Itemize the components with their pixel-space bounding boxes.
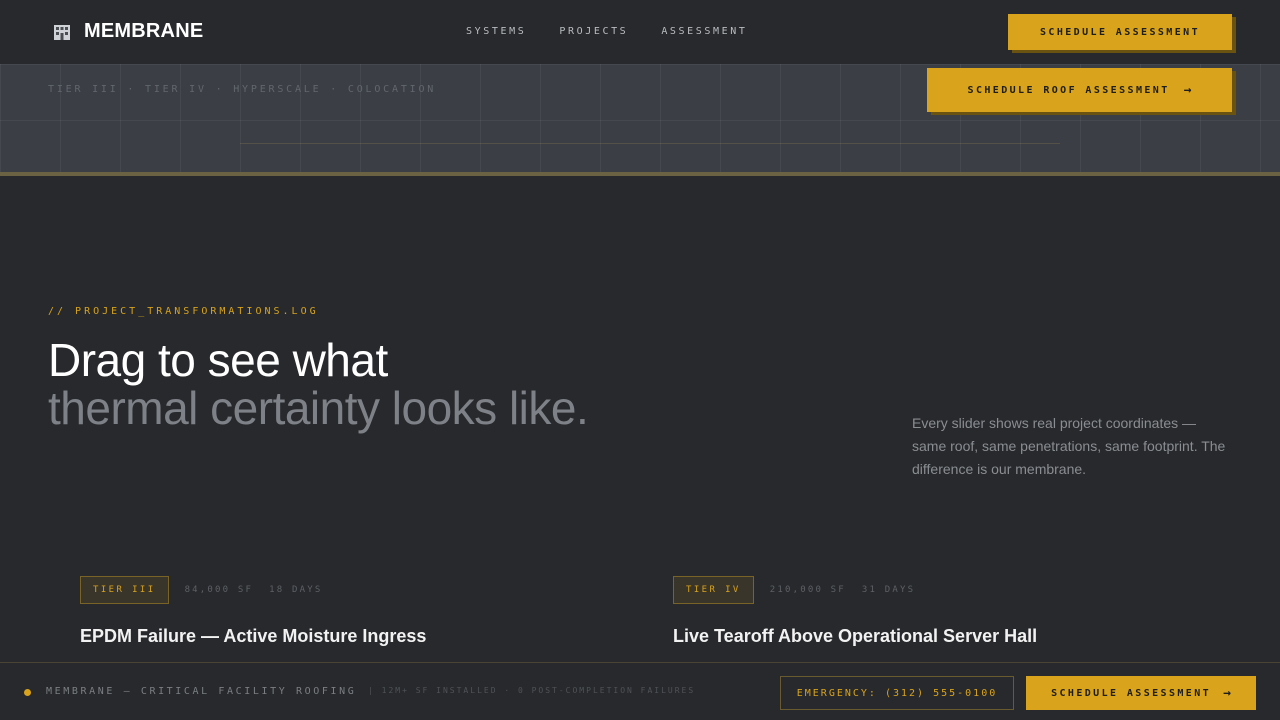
arrow-right-icon: → <box>1223 685 1231 701</box>
project-meta: TIER III 84,000 SF 18 DAYS <box>80 576 426 604</box>
tier-badge: TIER IV <box>673 576 754 604</box>
section-eyebrow: // PROJECT_TRANSFORMATIONS.LOG <box>48 306 319 317</box>
band-accent-line <box>240 143 1060 144</box>
headline-line-1: Drag to see what <box>48 334 388 386</box>
nav-link-systems[interactable]: SYSTEMS <box>466 26 526 37</box>
project-duration: 31 DAYS <box>861 585 916 595</box>
status-dot-icon <box>24 689 31 696</box>
schedule-roof-assessment-label: SCHEDULE ROOF ASSESSMENT <box>967 84 1170 96</box>
nav-link-assessment[interactable]: ASSESSMENT <box>661 26 747 37</box>
project-area: 210,000 SF <box>769 585 846 595</box>
project-card[interactable]: TIER IV 210,000 SF 31 DAYS Live Tearoff … <box>673 576 1037 647</box>
building-icon <box>52 22 72 42</box>
project-duration: 18 DAYS <box>269 585 323 595</box>
project-title: EPDM Failure — Active Moisture Ingress <box>80 626 427 646</box>
nav-links: SYSTEMS PROJECTS ASSESSMENT <box>466 26 781 37</box>
footer-schedule-assessment-label: SCHEDULE ASSESSMENT <box>1051 687 1212 699</box>
arrow-right-icon: → <box>1183 82 1192 98</box>
project-card[interactable]: TIER III 84,000 SF 18 DAYS EPDM Failure … <box>80 576 426 647</box>
top-nav: MEMBRANE SYSTEMS PROJECTS ASSESSMENT SCH… <box>0 0 1280 64</box>
schedule-roof-assessment-button[interactable]: SCHEDULE ROOF ASSESSMENT → <box>927 68 1232 112</box>
page-headline: Drag to see what thermal certainty looks… <box>48 336 608 432</box>
project-area: 84,000 SF <box>184 585 254 595</box>
footer-brand: MEMBRANE — CRITICAL FACILITY ROOFING <box>46 686 357 697</box>
nav-link-projects[interactable]: PROJECTS <box>559 26 628 37</box>
emergency-phone-button[interactable]: EMERGENCY: (312) 555-0100 <box>780 676 1014 710</box>
brand-name: MEMBRANE <box>84 20 204 42</box>
project-title: Live Tearoff Above Operational Server Ha… <box>673 626 1038 646</box>
tier-badge: TIER III <box>80 576 169 604</box>
brand-logo[interactable]: MEMBRANE <box>52 20 203 43</box>
section-intro: Every slider shows real project coordina… <box>912 415 1226 477</box>
band-divider <box>0 172 1280 176</box>
footer-stats: | 12M+ SF INSTALLED · 0 POST-COMPLETION … <box>368 686 696 695</box>
nav-schedule-assessment-button[interactable]: SCHEDULE ASSESSMENT <box>1008 14 1232 50</box>
footer-schedule-assessment-button[interactable]: SCHEDULE ASSESSMENT → <box>1026 676 1256 710</box>
project-meta: TIER IV 210,000 SF 31 DAYS <box>673 576 1037 604</box>
tier-tags: TIER III · TIER IV · HYPERSCALE · COLOCA… <box>48 84 437 95</box>
sticky-footer-bar: MEMBRANE — CRITICAL FACILITY ROOFING | 1… <box>0 662 1280 720</box>
headline-line-2: thermal certainty looks like. <box>48 382 589 434</box>
